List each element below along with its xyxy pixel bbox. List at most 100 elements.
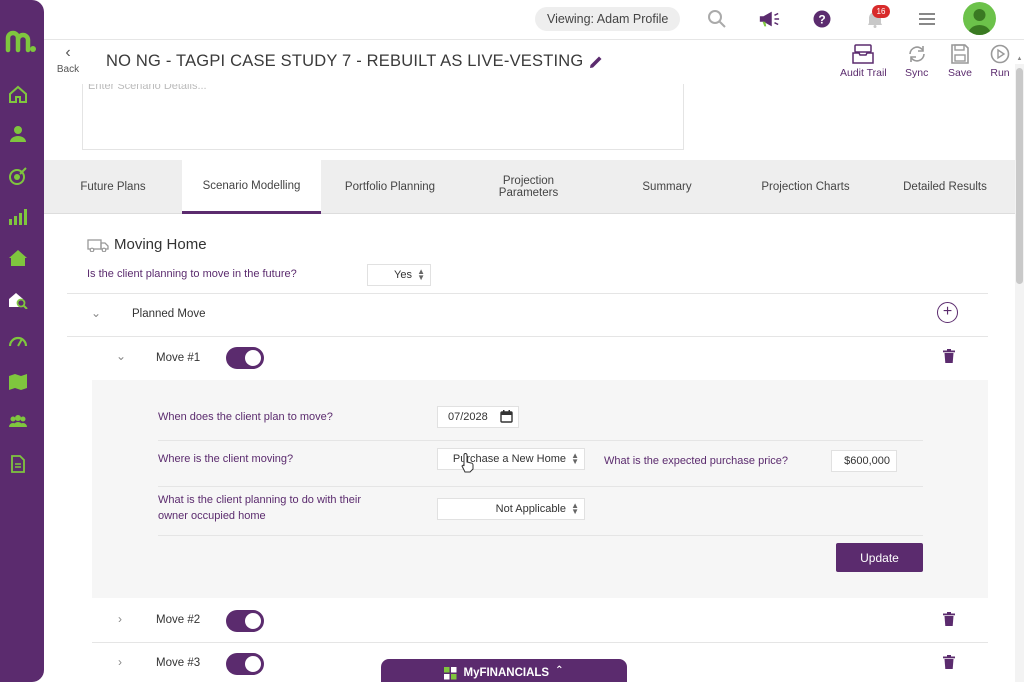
moving-truck-icon <box>87 239 109 252</box>
tab-label: Future Plans <box>80 181 146 193</box>
trash-icon[interactable] <box>943 655 955 669</box>
calendar-icon[interactable] <box>500 410 513 423</box>
help-icon[interactable]: ? <box>811 8 833 30</box>
edit-pencil-icon[interactable] <box>589 55 603 69</box>
grid-icon <box>444 667 457 680</box>
bar-chart-icon[interactable] <box>8 206 28 226</box>
scroll-up-arrow[interactable]: ▲ <box>1015 56 1024 64</box>
avatar[interactable] <box>963 2 996 35</box>
chevron-right-icon[interactable]: › <box>118 612 122 626</box>
menu-icon[interactable] <box>916 8 938 30</box>
owner-home-label-line1: What is the client planning to do with t… <box>158 494 362 506</box>
inbox-icon <box>852 44 875 64</box>
home-outline-icon[interactable] <box>8 84 28 104</box>
tab-label: Summary <box>642 181 692 193</box>
move-future-value: Yes <box>394 269 412 281</box>
mouse-cursor-icon <box>461 453 474 473</box>
property-search-icon[interactable] <box>8 290 28 310</box>
scenario-details-textarea[interactable]: Enter Scenario Details... <box>82 84 684 150</box>
chevron-down-icon[interactable]: ⌄ <box>91 306 101 320</box>
tab-summary[interactable]: Summary <box>598 160 736 214</box>
save-button[interactable]: Save <box>948 44 972 79</box>
divider <box>67 293 988 294</box>
chevron-down-icon[interactable]: ⌄ <box>116 349 126 363</box>
audit-trail-button[interactable]: Audit Trail <box>840 44 887 79</box>
tab-label: Projection Parameters <box>498 175 559 199</box>
move-3-label: Move #3 <box>156 657 201 669</box>
myfinancials-label: MyFINANCIALS <box>463 667 550 679</box>
sync-label: Sync <box>905 67 929 79</box>
purchase-price-value: $600,000 <box>844 455 890 467</box>
select-arrows-icon: ▲ ▼ <box>571 451 579 466</box>
play-circle-icon <box>990 44 1010 64</box>
tab-portfolio-planning[interactable]: Portfolio Planning <box>321 160 459 214</box>
search-icon[interactable] <box>706 8 728 30</box>
megaphone-icon[interactable] <box>758 8 780 30</box>
chevron-left-icon: ‹ <box>65 44 71 61</box>
tab-label: Portfolio Planning <box>344 181 436 193</box>
scenario-tabs: Future Plans Scenario Modelling Portfoli… <box>44 160 1015 214</box>
tab-label: Scenario Modelling <box>202 179 301 192</box>
add-move-button[interactable]: + <box>937 302 958 323</box>
owner-home-select[interactable]: Not Applicable ▲ ▼ <box>437 498 585 520</box>
divider <box>92 642 988 643</box>
run-button[interactable]: Run <box>989 44 1011 79</box>
notification-badge: 16 <box>872 5 890 18</box>
move-1-label: Move #1 <box>156 352 201 364</box>
divider <box>158 440 923 441</box>
tab-detailed-results[interactable]: Detailed Results <box>875 160 1015 214</box>
move-future-question: Is the client planning to move in the fu… <box>87 268 297 280</box>
team-icon[interactable] <box>8 412 28 432</box>
app-logo[interactable] <box>4 26 38 56</box>
title-bar: ‹ Back NO NG - TAGPI CASE STUDY 7 - REBU… <box>44 40 1014 86</box>
sync-button[interactable]: Sync <box>905 44 928 79</box>
back-button[interactable]: ‹ Back <box>55 44 81 76</box>
purchase-price-input[interactable]: $600,000 <box>831 450 897 472</box>
owner-home-label: What is the client planning to do with t… <box>158 492 361 524</box>
gauge-icon[interactable] <box>8 330 28 350</box>
tab-scenario-modelling[interactable]: Scenario Modelling <box>182 160 321 214</box>
move-3-toggle[interactable] <box>226 653 264 675</box>
when-move-label: When does the client plan to move? <box>158 411 333 423</box>
move-date-input[interactable]: 07/2028 <box>437 406 519 428</box>
page-scrollbar[interactable] <box>1015 64 1024 682</box>
update-button[interactable]: Update <box>836 543 923 572</box>
sync-icon <box>908 46 925 62</box>
move-future-select[interactable]: Yes ▲ ▼ <box>367 264 431 286</box>
scrollbar-thumb[interactable] <box>1016 68 1023 284</box>
scenario-details-placeholder: Enter Scenario Details... <box>88 84 207 92</box>
tab-projection-parameters[interactable]: Projection Parameters <box>459 160 598 214</box>
top-bar: Viewing: Adam Profile ? 16 <box>44 0 1024 40</box>
tab-future-plans[interactable]: Future Plans <box>44 160 182 214</box>
document-icon[interactable] <box>8 454 28 474</box>
target-icon[interactable] <box>8 166 28 186</box>
audit-trail-label: Audit Trail <box>840 67 887 79</box>
home-filled-icon[interactable] <box>8 248 28 268</box>
chevron-right-icon[interactable]: › <box>118 655 122 669</box>
move-1-toggle[interactable] <box>226 347 264 369</box>
trash-icon[interactable] <box>943 612 955 626</box>
map-icon[interactable] <box>8 372 28 392</box>
floppy-disk-icon <box>951 44 969 64</box>
owner-home-label-line2: owner occupied home <box>158 510 266 522</box>
tab-projection-charts[interactable]: Projection Charts <box>736 160 875 214</box>
myfinancials-drawer-button[interactable]: MyFINANCIALS ⌃ <box>381 659 627 682</box>
planned-move-label: Planned Move <box>132 308 206 320</box>
divider <box>67 336 988 337</box>
back-label: Back <box>56 64 80 75</box>
select-arrows-icon: ▲ ▼ <box>417 267 425 282</box>
svg-text:?: ? <box>818 13 825 27</box>
section-title: Moving Home <box>114 236 207 253</box>
tab-label: Projection Charts <box>761 181 850 193</box>
user-icon[interactable] <box>8 124 28 144</box>
viewing-profile-pill[interactable]: Viewing: Adam Profile <box>535 7 681 31</box>
trash-icon[interactable] <box>943 349 955 363</box>
owner-home-value: Not Applicable <box>495 503 566 515</box>
sidebar <box>0 0 44 682</box>
move-2-toggle[interactable] <box>226 610 264 632</box>
chevron-up-icon: ⌃ <box>555 665 564 676</box>
page-title: NO NG - TAGPI CASE STUDY 7 - REBUILT AS … <box>106 52 584 70</box>
move-date-value: 07/2028 <box>448 411 488 423</box>
where-move-label: Where is the client moving? <box>158 453 294 465</box>
divider <box>158 535 923 536</box>
